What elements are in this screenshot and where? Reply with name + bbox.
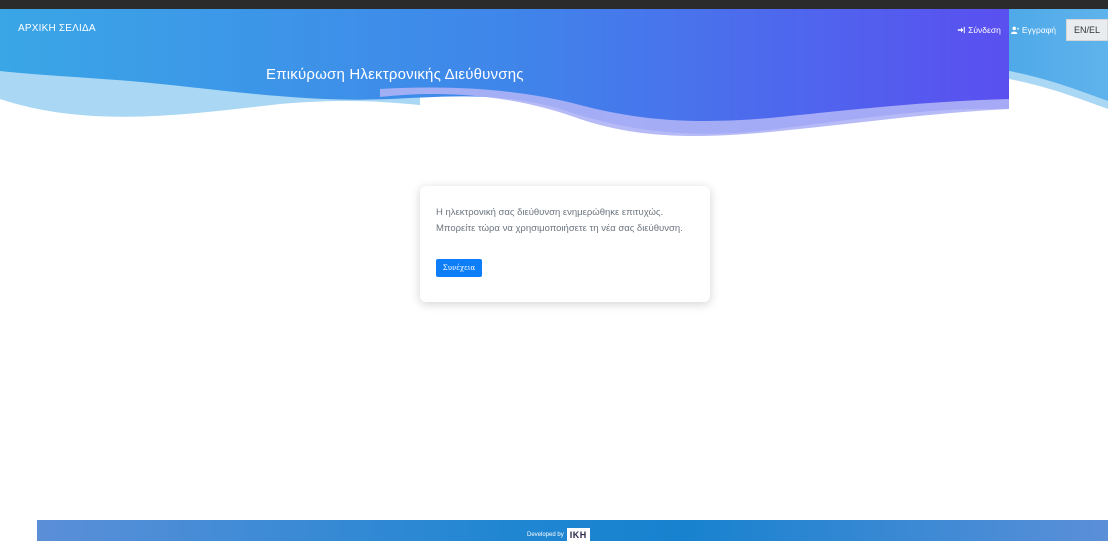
login-label: Σύνδεση: [968, 25, 1001, 35]
developer-logo-text: ΙΚΗ: [569, 529, 587, 540]
developed-by-text: Developed by: [527, 531, 564, 538]
hero-wave-background: [0, 9, 1108, 136]
register-link[interactable]: Εγγραφή: [1010, 25, 1056, 35]
browser-top-bar: [0, 0, 1108, 9]
developer-logo[interactable]: ΙΚΗ: [566, 528, 590, 541]
confirmation-card: Η ηλεκτρονική σας διεύθυνση ενημερώθηκε …: [420, 186, 710, 302]
continue-button[interactable]: Συνέχεια: [436, 259, 482, 277]
user-plus-icon: [1010, 26, 1019, 34]
hero-banner: [0, 9, 1108, 149]
sign-in-icon: [957, 26, 965, 34]
nav-home-link[interactable]: ΑΡΧΙΚΗ ΣΕΛΙΔΑ: [18, 23, 96, 34]
language-toggle-button[interactable]: EN/EL: [1065, 19, 1108, 41]
register-label: Εγγραφή: [1021, 25, 1056, 35]
login-link[interactable]: Σύνδεση: [957, 25, 1001, 35]
confirmation-message: Η ηλεκτρονική σας διεύθυνση ενημερώθηκε …: [436, 207, 683, 234]
footer-credits: Developed by ΙΚΗ: [527, 528, 590, 541]
page-title: Επικύρωση Ηλεκτρονικής Διεύθυνσης: [266, 66, 524, 83]
nav-right-group: Σύνδεση Εγγραφή EN/EL: [957, 19, 1108, 41]
